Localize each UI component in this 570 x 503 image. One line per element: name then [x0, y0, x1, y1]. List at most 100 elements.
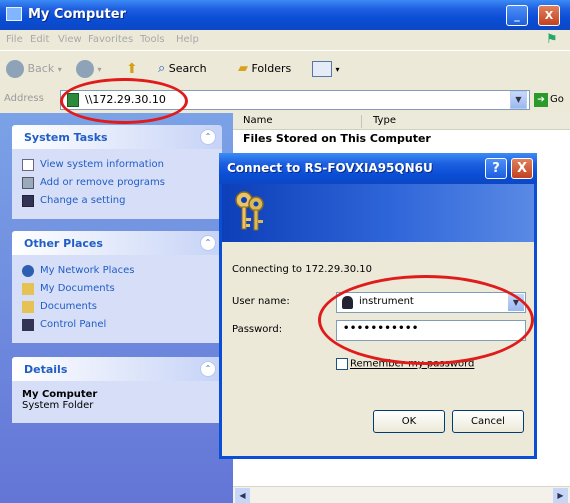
place-label: Control Panel — [40, 319, 107, 330]
username-value: instrument — [359, 296, 414, 307]
menu-favorites[interactable]: Favorites — [88, 34, 133, 45]
network-share-icon — [67, 93, 79, 107]
search-button[interactable]: ⌕ Search — [158, 58, 207, 80]
password-value: ••••••••••• — [343, 323, 419, 334]
connect-dialog: Connect to RS-FOVXIA95QN6U ? X Connectin… — [219, 153, 537, 459]
folders-label: Folders — [251, 62, 292, 75]
close-button[interactable]: X — [538, 5, 560, 26]
column-separator[interactable] — [361, 115, 362, 128]
column-type[interactable]: Type — [373, 115, 396, 126]
forward-arrow-icon — [76, 60, 94, 78]
task-label: Change a setting — [40, 195, 126, 206]
go-arrow-icon: ➔ — [534, 93, 548, 107]
up-folder-button[interactable]: ⬆ — [126, 58, 138, 80]
menu-tools[interactable]: Tools — [140, 34, 165, 45]
dialog-banner — [222, 184, 534, 242]
place-my-documents[interactable]: My Documents — [22, 281, 212, 299]
system-tasks-body: View system information Add or remove pr… — [12, 149, 222, 219]
programs-icon — [22, 177, 34, 189]
control-icon — [22, 195, 34, 207]
window-title: My Computer — [28, 7, 126, 22]
search-label: Search — [168, 62, 207, 75]
views-dropdown-icon: ▾ — [335, 65, 340, 74]
up-folder-icon: ⬆ — [126, 61, 138, 77]
menu-file[interactable]: File — [6, 34, 23, 45]
column-name[interactable]: Name — [243, 115, 273, 126]
info-icon — [22, 159, 34, 171]
place-documents[interactable]: Documents — [22, 299, 212, 317]
group-heading: Files Stored on This Computer — [243, 132, 431, 145]
details-type: System Folder — [22, 400, 94, 411]
scroll-left-icon[interactable]: ◀ — [235, 488, 250, 503]
username-combobox[interactable]: instrument ▼ — [336, 292, 526, 313]
column-header-row: Name Type — [233, 113, 570, 130]
other-places-title: Other Places — [24, 237, 103, 250]
username-dropdown-icon[interactable]: ▼ — [508, 294, 524, 311]
go-button[interactable]: ➔ Go — [534, 93, 564, 107]
task-label: Add or remove programs — [40, 177, 165, 188]
back-label: Back — [27, 62, 55, 75]
collapse-chevron-icon[interactable]: ⌃ — [200, 235, 216, 251]
network-icon — [22, 265, 34, 277]
toolbar: Back ▾ ▾ ⬆ ⌕ Search ▰ Folders ▾ — [0, 50, 570, 86]
details-body: My Computer System Folder — [12, 381, 222, 423]
address-input[interactable]: \\172.29.30.10 — [60, 90, 530, 110]
views-button[interactable]: ▾ — [312, 58, 340, 80]
task-view-system-info[interactable]: View system information — [22, 157, 212, 175]
place-label: My Documents — [40, 283, 115, 294]
folders-button[interactable]: ▰ Folders — [238, 58, 291, 80]
dialog-content: Connecting to 172.29.30.10 User name: in… — [222, 242, 534, 456]
checkbox-box[interactable] — [336, 358, 348, 370]
other-places-body: My Network Places My Documents Documents… — [12, 255, 222, 343]
scroll-right-icon[interactable]: ▶ — [553, 488, 568, 503]
details-header[interactable]: Details ⌃ — [12, 357, 222, 381]
other-places-panel: Other Places ⌃ My Network Places My Docu… — [12, 231, 222, 343]
address-dropdown-icon[interactable]: ▼ — [510, 91, 527, 109]
ok-button[interactable]: OK — [373, 410, 445, 433]
folders-icon: ▰ — [238, 61, 248, 76]
forward-dropdown-icon: ▾ — [97, 65, 102, 74]
task-pane: System Tasks ⌃ View system information A… — [0, 113, 233, 503]
minimize-button[interactable]: _ — [506, 5, 528, 26]
collapse-chevron-icon[interactable]: ⌃ — [200, 129, 216, 145]
window-title-bar[interactable]: My Computer _ X — [0, 0, 570, 30]
place-label: My Network Places — [40, 265, 135, 276]
system-tasks-title: System Tasks — [24, 131, 108, 144]
views-icon — [312, 61, 332, 77]
password-field[interactable]: ••••••••••• — [336, 320, 526, 341]
back-button[interactable]: Back ▾ — [6, 58, 62, 80]
task-change-setting[interactable]: Change a setting — [22, 193, 212, 211]
folder-icon — [22, 283, 34, 295]
user-icon — [342, 296, 353, 309]
cancel-button[interactable]: Cancel — [452, 410, 524, 433]
go-label: Go — [550, 94, 564, 105]
task-add-remove-programs[interactable]: Add or remove programs — [22, 175, 212, 193]
system-tasks-header[interactable]: System Tasks ⌃ — [12, 125, 222, 149]
dialog-close-button[interactable]: X — [511, 158, 533, 179]
explorer-window: My Computer _ X File Edit View Favorites… — [0, 0, 570, 503]
menu-edit[interactable]: Edit — [30, 34, 49, 45]
keys-icon — [235, 191, 264, 231]
menu-help[interactable]: Help — [176, 34, 199, 45]
computer-icon — [6, 7, 22, 21]
details-name: My Computer — [22, 389, 98, 400]
password-label: Password: — [232, 324, 282, 335]
control-icon — [22, 319, 34, 331]
dialog-title: Connect to RS-FOVXIA95QN6U — [227, 161, 433, 175]
details-panel: Details ⌃ My Computer System Folder — [12, 357, 222, 423]
place-my-network-places[interactable]: My Network Places — [22, 263, 212, 281]
horizontal-scrollbar[interactable]: ◀ ▶ — [233, 486, 570, 503]
menu-view[interactable]: View — [58, 34, 82, 45]
username-label-text: User name: — [232, 296, 290, 307]
back-dropdown-icon: ▾ — [57, 65, 62, 74]
address-label: Address — [4, 93, 44, 104]
folder-icon — [22, 301, 34, 313]
remember-password-checkbox[interactable]: Remember my password — [336, 358, 474, 370]
collapse-chevron-icon[interactable]: ⌃ — [200, 361, 216, 377]
password-label-text: Password: — [232, 324, 283, 335]
dialog-title-bar[interactable]: Connect to RS-FOVXIA95QN6U ? X — [219, 153, 537, 184]
other-places-header[interactable]: Other Places ⌃ — [12, 231, 222, 255]
forward-button[interactable]: ▾ — [76, 58, 102, 80]
place-control-panel[interactable]: Control Panel — [22, 317, 212, 335]
help-button[interactable]: ? — [485, 158, 507, 179]
